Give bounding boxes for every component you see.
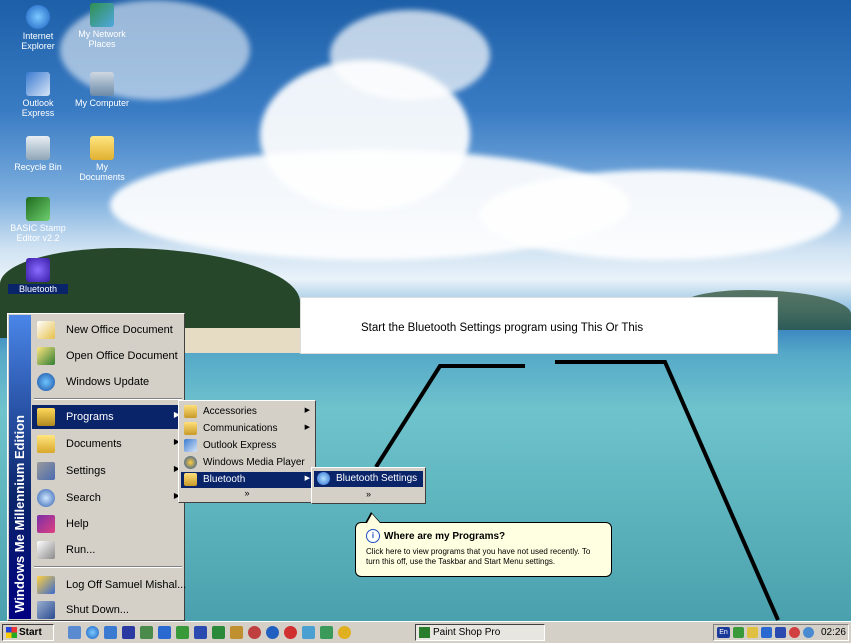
quick-launch-icon[interactable] — [158, 626, 171, 639]
quick-launch-icon[interactable] — [320, 626, 333, 639]
help-icon — [37, 515, 55, 533]
submenu-arrow-icon: ▶ — [304, 424, 310, 431]
expand-menu-chevron-icon[interactable]: » — [179, 488, 315, 498]
programs-submenu: Accessories ▶ Communications ▶ Outlook E… — [178, 400, 316, 503]
desktop-icon-my-network-places[interactable]: My Network Places — [72, 3, 132, 49]
run-icon — [37, 541, 55, 559]
quick-launch-icon[interactable] — [176, 626, 189, 639]
folder-icon — [184, 473, 197, 486]
excel-icon[interactable] — [212, 626, 225, 639]
taskbar-button-paint-shop-pro[interactable]: Paint Shop Pro — [415, 624, 545, 641]
paint-shop-pro-icon — [419, 627, 430, 638]
my-computer-icon — [90, 72, 114, 96]
submenu-arrow-icon: ▶ — [304, 475, 310, 482]
bluetooth-tray-icon[interactable] — [775, 627, 786, 638]
menu-item-settings[interactable]: Settings ▶ — [32, 459, 184, 483]
menu-item-help[interactable]: Help — [32, 512, 184, 536]
system-tray: En 02:26 — [713, 624, 849, 641]
folder-icon — [184, 405, 197, 418]
desktop-icon-my-computer[interactable]: My Computer — [72, 72, 132, 108]
clock[interactable]: 02:26 — [821, 627, 846, 638]
menu-separator — [34, 398, 182, 400]
programs-icon — [37, 408, 55, 426]
menu-item-documents[interactable]: Documents ▶ — [32, 432, 184, 456]
callout-text: Start the Bluetooth Settings program usi… — [361, 322, 644, 334]
media-player-icon — [184, 456, 197, 469]
desktop-icon-basic-stamp[interactable]: BASIC Stamp Editor v2.2 — [8, 197, 68, 243]
start-menu-banner: Windows Me Millennium Edition — [9, 315, 31, 619]
internet-explorer-icon[interactable] — [86, 626, 99, 639]
quick-launch-icon[interactable] — [302, 626, 315, 639]
netscape-icon[interactable] — [122, 626, 135, 639]
menu-item-run[interactable]: Run... — [32, 538, 184, 562]
desktop-icon-bluetooth[interactable]: Bluetooth — [8, 258, 68, 294]
outlook-express-icon — [184, 439, 197, 452]
submenu-item-bluetooth-settings[interactable]: Bluetooth Settings — [314, 471, 423, 487]
language-indicator[interactable]: En — [717, 627, 730, 638]
bluetooth-submenu: Bluetooth Settings » — [311, 467, 426, 504]
instruction-callout: Start the Bluetooth Settings program usi… — [300, 297, 778, 354]
tray-icon[interactable] — [789, 627, 800, 638]
log-off-icon — [37, 576, 55, 594]
internet-explorer-icon — [26, 5, 50, 29]
windows-update-icon — [37, 373, 55, 391]
tray-icon[interactable] — [733, 627, 744, 638]
outlook-express-icon[interactable] — [104, 626, 117, 639]
desktop-icon-recycle-bin[interactable]: Recycle Bin — [8, 136, 68, 172]
submenu-item-outlook-express[interactable]: Outlook Express — [181, 438, 313, 454]
desktop-icon-outlook-express[interactable]: Outlook Express — [8, 72, 68, 118]
menu-item-programs[interactable]: Programs ▶ — [32, 405, 184, 429]
quick-launch-icon[interactable] — [284, 626, 297, 639]
taskbar: Start Paint Shop Pro En 02:26 — [0, 621, 851, 643]
tooltip-tail-fill — [367, 514, 380, 523]
folder-icon — [184, 422, 197, 435]
basic-stamp-icon — [26, 197, 50, 221]
show-desktop-icon[interactable] — [68, 626, 81, 639]
info-icon: i — [366, 529, 380, 543]
menu-item-open-office-document[interactable]: Open Office Document — [32, 344, 184, 368]
menu-item-shut-down[interactable]: Shut Down... — [32, 598, 184, 622]
shut-down-icon — [37, 601, 55, 619]
programs-tooltip[interactable]: i Where are my Programs? Click here to v… — [355, 522, 612, 577]
tray-icon[interactable] — [803, 627, 814, 638]
submenu-item-communications[interactable]: Communications ▶ — [181, 421, 313, 437]
network-places-icon — [90, 3, 114, 27]
recycle-bin-icon — [26, 136, 50, 160]
desktop-icon-my-documents[interactable]: My Documents — [72, 136, 132, 182]
settings-icon — [37, 462, 55, 480]
menu-item-new-office-document[interactable]: New Office Document — [32, 318, 184, 342]
new-office-document-icon — [37, 321, 55, 339]
bluetooth-icon — [26, 258, 50, 282]
submenu-item-accessories[interactable]: Accessories ▶ — [181, 404, 313, 420]
tooltip-body: Click here to view programs that you hav… — [366, 547, 591, 566]
expand-menu-chevron-icon[interactable]: » — [312, 489, 425, 499]
menu-item-search[interactable]: Search ▶ — [32, 486, 184, 510]
tooltip-title: Where are my Programs? — [384, 531, 506, 542]
menu-separator — [34, 566, 182, 568]
quick-launch-icon[interactable] — [266, 626, 279, 639]
my-documents-icon — [90, 136, 114, 160]
desktop-icon-internet-explorer[interactable]: Internet Explorer — [8, 5, 68, 51]
windows-logo-icon — [6, 627, 17, 638]
open-office-document-icon — [37, 347, 55, 365]
start-menu: Windows Me Millennium Edition New Office… — [7, 313, 186, 622]
quick-launch-icon[interactable] — [230, 626, 243, 639]
search-icon — [37, 489, 55, 507]
submenu-item-windows-media-player[interactable]: Windows Media Player — [181, 455, 313, 471]
documents-icon — [37, 435, 55, 453]
submenu-arrow-icon: ▶ — [304, 407, 310, 414]
start-button[interactable]: Start — [2, 624, 54, 641]
quick-launch-icon[interactable] — [338, 626, 351, 639]
word-icon[interactable] — [194, 626, 207, 639]
tray-icon[interactable] — [761, 627, 772, 638]
volume-icon[interactable] — [747, 627, 758, 638]
bluetooth-settings-icon — [317, 472, 330, 485]
quick-launch-icon[interactable] — [248, 626, 261, 639]
quick-launch-icon[interactable] — [140, 626, 153, 639]
menu-item-windows-update[interactable]: Windows Update — [32, 370, 184, 394]
submenu-item-bluetooth[interactable]: Bluetooth ▶ — [181, 472, 313, 488]
outlook-express-icon — [26, 72, 50, 96]
menu-item-log-off[interactable]: Log Off Samuel Mishal... — [32, 573, 186, 597]
